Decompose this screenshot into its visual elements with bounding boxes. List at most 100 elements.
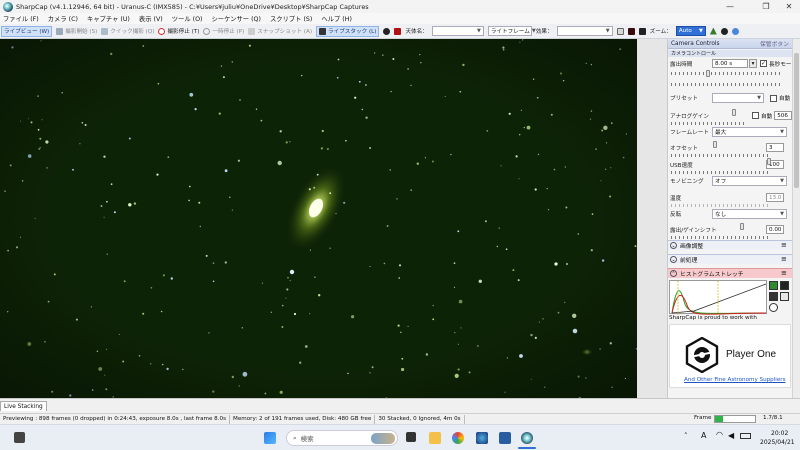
stretch-reset-icon[interactable]	[780, 292, 789, 301]
exposure-input[interactable]: 8.00 s	[712, 59, 748, 68]
close-button[interactable]: ✕	[778, 0, 800, 13]
clock-time[interactable]: 20:02	[771, 430, 788, 437]
start-capture-button[interactable]: 撮影開始 (S)	[56, 27, 97, 35]
annotate-icon[interactable]	[720, 27, 728, 35]
framerate-select[interactable]: 最大 ▼	[712, 127, 787, 137]
offset-input[interactable]: 3	[766, 143, 784, 152]
menu-icon[interactable]: ≡	[781, 256, 788, 263]
stretch-contrast-icon[interactable]	[780, 281, 789, 290]
long-mode-label: 長秒モード	[769, 61, 792, 68]
wifi-icon[interactable]: ◠	[716, 430, 723, 439]
windows-start-icon[interactable]	[264, 432, 276, 444]
menu-tools[interactable]: ツール (O)	[172, 14, 203, 23]
target-name-input[interactable]: ▼	[431, 26, 484, 36]
taskbar-search[interactable]: ⌕ 検索	[286, 430, 398, 446]
panel-scrollbar[interactable]	[792, 39, 800, 398]
auto-exposure-checkbox[interactable]	[770, 94, 777, 102]
flip-select[interactable]: なし ▼	[712, 209, 787, 219]
exposure-slider-thumb[interactable]	[706, 70, 710, 77]
edge-browser-icon[interactable]	[476, 432, 488, 444]
widgets-icon[interactable]	[14, 432, 25, 443]
usb-slider-thumb[interactable]	[767, 158, 771, 165]
gain-slider-thumb[interactable]	[732, 109, 736, 116]
framerate-value: 最大	[715, 130, 727, 136]
copilot-icon[interactable]	[452, 432, 464, 444]
quick-capture-label: クイック撮影 (Q)	[110, 29, 155, 35]
magnifier-icon[interactable]	[731, 27, 739, 35]
gain-slider[interactable]	[671, 122, 746, 125]
panel-scrollbar-thumb[interactable]	[794, 53, 799, 188]
tab-live-stacking[interactable]: Live Stacking	[0, 401, 47, 411]
histogram-icon[interactable]	[709, 27, 717, 35]
menu-view[interactable]: 表示 (V)	[139, 14, 163, 23]
timestamp-input[interactable]: 0.00	[766, 225, 784, 234]
quick-capture-button[interactable]: クイック撮影 (Q)	[101, 27, 154, 35]
frame-progress-fill	[715, 416, 724, 422]
panel-header-pin[interactable]: 保管ボタン	[760, 39, 789, 48]
section-preprocessing[interactable]: ⌄ 前処理 ≡	[668, 254, 792, 264]
stretch-link-icon[interactable]	[769, 292, 778, 301]
menu-icon[interactable]: ≡	[781, 242, 788, 249]
crosshair-icon[interactable]	[638, 27, 646, 35]
snapshot-button[interactable]: スナップショット (A)	[248, 27, 312, 35]
menu-file[interactable]: ファイル (F)	[3, 14, 39, 23]
pause-button[interactable]: 一時停止 (P)	[203, 27, 244, 35]
file-explorer-icon[interactable]	[429, 432, 441, 444]
exposure-fine-slider[interactable]	[671, 83, 783, 86]
task-view-icon[interactable]	[406, 432, 416, 442]
gain-input[interactable]: 506	[774, 111, 792, 120]
suppliers-link[interactable]: And Other Fine Astronomy Suppliers	[684, 377, 786, 383]
frame-type-value: ライトフレーム	[490, 29, 530, 35]
exposure-menu-button[interactable]: ▾	[749, 59, 757, 68]
battery-icon[interactable]	[740, 433, 751, 439]
chevron-down-icon: ▼	[780, 129, 784, 135]
ime-indicator[interactable]: A	[701, 431, 706, 440]
record-icon[interactable]	[394, 27, 402, 35]
preset-select[interactable]: ▼	[712, 93, 764, 103]
speaker-icon[interactable]: ◀	[728, 431, 734, 440]
display-icon[interactable]	[616, 27, 624, 35]
bottom-tab-strip: Live Stacking	[0, 398, 800, 413]
stretch-auto-icon[interactable]	[769, 281, 778, 290]
offset-slider-thumb[interactable]	[713, 141, 717, 148]
menu-sequencer[interactable]: シーケンサー (Q)	[211, 14, 260, 23]
subsection-header[interactable]: カメラコントロール	[668, 50, 792, 57]
red-filter-icon[interactable]	[627, 27, 635, 35]
timestamp-slider-thumb[interactable]	[740, 223, 744, 230]
clock-date[interactable]: 2025/04/21	[760, 439, 795, 446]
preset-row: プリセット ▼ 自動	[670, 93, 790, 103]
timestamp-slider[interactable]	[671, 236, 771, 239]
settings-gear-icon[interactable]	[383, 27, 391, 35]
store-icon[interactable]	[499, 432, 511, 444]
histogram-graph[interactable]	[669, 280, 767, 315]
offset-slider[interactable]	[671, 154, 771, 157]
menu-camera[interactable]: カメラ (C)	[48, 14, 78, 23]
sponsor-banner[interactable]: Player One And Other Fine Astronomy Supp…	[669, 324, 791, 388]
monobin-select[interactable]: オフ ▼	[712, 176, 787, 186]
stretch-zoom-icon[interactable]	[769, 303, 778, 312]
menu-icon[interactable]: ≡	[781, 270, 788, 277]
section-image-adjust[interactable]: ⌄ 画像調整 ≡	[668, 240, 792, 250]
menu-help[interactable]: ヘルプ (H)	[321, 14, 352, 23]
gain-auto-checkbox[interactable]	[752, 112, 759, 119]
usb-slider[interactable]	[671, 171, 771, 174]
section-histogram-stretch[interactable]: ⌃ ヒストグラムストレッチ ≡	[668, 268, 792, 278]
live-view-button[interactable]: ライブビュー (W)	[1, 25, 53, 37]
stop-capture-button[interactable]: 撮影停止 (T)	[158, 27, 199, 35]
minimize-button[interactable]: —	[719, 0, 741, 13]
maximize-button[interactable]: ❐	[755, 0, 777, 13]
long-mode-checkbox[interactable]: ✓	[760, 60, 767, 67]
snapshot-label: スナップショット (A)	[257, 29, 313, 35]
image-viewer[interactable]	[0, 39, 637, 398]
frame-type-select[interactable]: ライトフレーム ▼	[487, 26, 536, 36]
live-stack-button[interactable]: ライブスタック (L)	[316, 25, 380, 37]
chevron-up-icon[interactable]: ˄	[684, 432, 688, 440]
menu-capture[interactable]: キャプチャ (U)	[87, 14, 130, 23]
menu-scripting[interactable]: スクリプト (S)	[270, 14, 312, 23]
effect-label: 効果：	[535, 29, 553, 35]
zoom-select[interactable]: Auto ▼	[675, 26, 706, 36]
exposure-slider[interactable]	[671, 72, 783, 75]
frame-value: 1.7/8.1	[763, 415, 783, 421]
sharpcap-taskbar-icon[interactable]	[521, 432, 533, 444]
effect-select[interactable]: ▼	[556, 26, 613, 36]
